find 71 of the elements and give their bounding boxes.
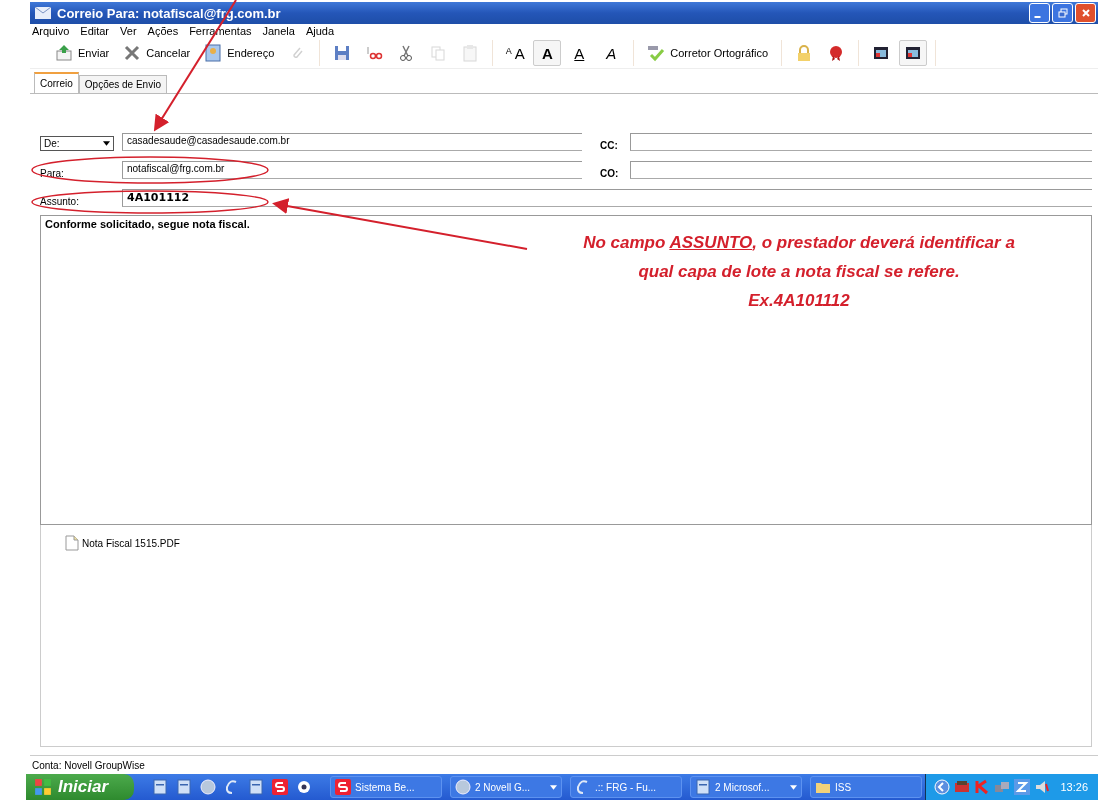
- speaker-icon[interactable]: [1034, 779, 1051, 795]
- caret-icon: [103, 141, 110, 146]
- minimize-button[interactable]: [1029, 3, 1050, 23]
- close-icon: [1080, 8, 1091, 18]
- minimize-icon: [1034, 16, 1041, 18]
- chevron-left-icon[interactable]: [934, 779, 951, 795]
- from-dropdown[interactable]: De:: [40, 136, 114, 151]
- cancel-button[interactable]: Cancelar: [118, 40, 196, 66]
- copy-icon: [429, 44, 448, 62]
- globe-icon: [200, 779, 216, 795]
- x-icon: [123, 44, 142, 62]
- menu-item[interactable]: Ações: [147, 25, 179, 37]
- caret-icon: [790, 784, 797, 790]
- to-field[interactable]: notafiscal@frg.com.br: [122, 161, 582, 179]
- tab[interactable]: Correio: [34, 72, 79, 93]
- s-logo-icon: [335, 779, 351, 795]
- menu-item[interactable]: Ajuda: [305, 25, 335, 37]
- s-logo-icon: [272, 779, 288, 795]
- z-square-icon[interactable]: [1014, 779, 1031, 795]
- check-mark-icon: [647, 44, 666, 62]
- menu-item[interactable]: Arquivo: [32, 25, 70, 37]
- text-format-button[interactable]: A: [533, 40, 562, 66]
- address-book-icon: [204, 44, 223, 62]
- from-field[interactable]: casadesaude@casadesaude.com.br: [122, 133, 582, 151]
- caret-icon: [550, 784, 557, 790]
- clock-text: 13:26: [1060, 781, 1088, 793]
- taskbar-button[interactable]: 2 Novell G...: [450, 776, 562, 798]
- k-logo-icon[interactable]: [974, 779, 991, 795]
- globe-icon: [455, 779, 471, 795]
- file-icon: [65, 535, 79, 551]
- taskbar-button[interactable]: ISS: [810, 776, 922, 798]
- spell-button[interactable]: Corretor Ortográfico: [642, 40, 774, 66]
- address-button[interactable]: Endereço: [199, 40, 280, 66]
- field-label: CO:: [599, 168, 620, 179]
- restore-button[interactable]: [1052, 3, 1073, 23]
- windows-logo-icon: [34, 778, 52, 796]
- subject-field[interactable]: 4A101112: [122, 189, 1092, 207]
- message-text: Conforme solicitado, segue nota fiscal.: [45, 218, 250, 230]
- document-icon: [152, 779, 168, 795]
- document-icon: [176, 779, 192, 795]
- field-label: CC:: [599, 140, 619, 151]
- menu-item[interactable]: Ver: [120, 25, 137, 37]
- envelope-icon: [55, 44, 73, 62]
- clipboard-icon: [461, 44, 480, 62]
- document-icon: [695, 779, 711, 795]
- window-icon: [872, 44, 891, 62]
- taskbar-button[interactable]: 2 Microsof...: [690, 776, 802, 798]
- document-icon: [248, 779, 264, 795]
- start-button[interactable]: Iniciar: [26, 774, 134, 800]
- tab[interactable]: Opções de Envio: [78, 75, 167, 93]
- tray-icon[interactable]: [954, 779, 971, 795]
- menu-item[interactable]: Editar: [80, 25, 110, 37]
- taskbar-button[interactable]: .:: FRG - Fu...: [570, 776, 682, 798]
- status-text: Conta: Novell GroupWise: [32, 759, 145, 771]
- attachment-item[interactable]: Nota Fiscal 1515.PDF: [65, 535, 1067, 551]
- field-label: Para:: [40, 168, 64, 179]
- text-format-button[interactable]: A: [565, 40, 594, 66]
- glasses-icon: [365, 44, 384, 62]
- cc-field[interactable]: [630, 133, 1092, 151]
- taskbar-button[interactable]: Sistema Be...: [330, 776, 442, 798]
- view-button[interactable]: [899, 40, 928, 66]
- send-button[interactable]: Enviar: [50, 40, 115, 66]
- text-format-button[interactable]: A: [597, 40, 626, 66]
- co-field[interactable]: [630, 161, 1092, 179]
- annotation-text: No campo ASSUNTO, o prestador deverá identificar a qual capa de lote a nota fiscal se refere. Ex.4A101112: [582, 232, 1016, 312]
- restore-icon: [1057, 8, 1068, 18]
- field-label: Assunto:: [40, 196, 79, 207]
- close-button[interactable]: [1075, 3, 1096, 23]
- envelope-icon: [35, 7, 51, 19]
- window-icon: [904, 44, 923, 62]
- menu-item[interactable]: Janela: [262, 25, 295, 37]
